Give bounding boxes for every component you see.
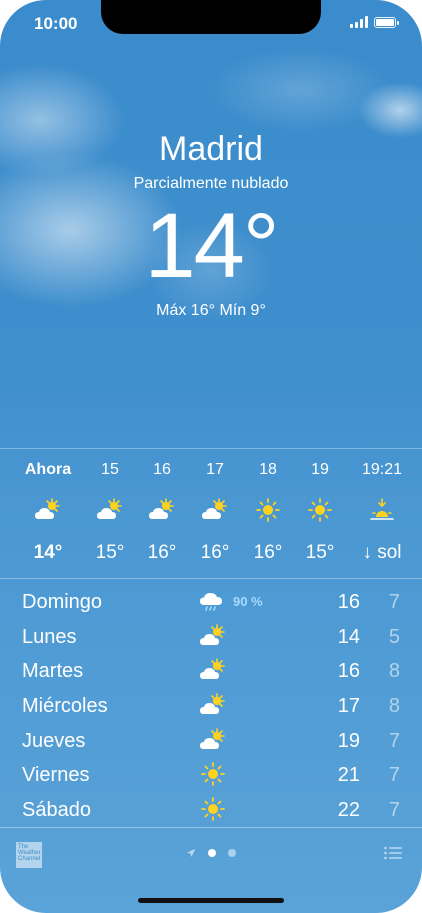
partly-cloudy-icon: [200, 658, 225, 679]
day-low: 7: [388, 591, 400, 613]
current-temperature: 14°: [144, 195, 279, 297]
sun-icon: [308, 498, 332, 522]
weather-channel-logo[interactable]: The Weather Channel: [16, 842, 42, 868]
hour-temperature: 16°: [253, 542, 283, 563]
hour-label: 19: [311, 461, 329, 478]
page-dot-active: [208, 849, 216, 857]
day-name: Viernes: [22, 764, 90, 786]
day-high: 16: [337, 591, 360, 613]
home-indicator[interactable]: [138, 898, 284, 903]
hour-temperature: 16°: [147, 542, 177, 563]
partly-cloudy-icon: [35, 498, 60, 519]
daily-row: Martes 16 8: [0, 654, 422, 688]
divider-middle: [0, 578, 422, 579]
day-name: Jueves: [22, 730, 86, 752]
daily-row: Jueves 19 7: [0, 724, 422, 758]
high-low-temperature: Máx 16° Mín 9°: [156, 302, 266, 319]
list-icon[interactable]: [384, 846, 402, 860]
partly-cloudy-icon: [97, 498, 122, 519]
precipitation-chance: 90 %: [233, 594, 263, 609]
current-condition: Parcialmente nublado: [133, 175, 289, 192]
hour-label: 19:21: [361, 461, 403, 478]
day-low: 5: [388, 626, 400, 648]
day-low: 7: [388, 799, 400, 821]
hour-label: 16: [153, 461, 171, 478]
day-low: 8: [388, 660, 400, 682]
hour-label: 17: [206, 461, 224, 478]
sun-icon: [256, 498, 280, 522]
status-icons: [350, 16, 399, 28]
day-low: 8: [388, 695, 400, 717]
sunset-label: ↓ sol: [362, 542, 402, 563]
hour-temperature: 14°: [33, 542, 63, 563]
status-time: 10:00: [34, 14, 78, 33]
daily-row: Miércoles 17 8: [0, 689, 422, 723]
day-name: Sábado: [22, 799, 91, 821]
day-high: 19: [337, 730, 360, 752]
hour-temperature: 16°: [200, 542, 230, 563]
partly-cloudy-icon: [200, 728, 225, 749]
daily-row: Lunes 14 5: [0, 620, 422, 654]
location-arrow-icon: [187, 849, 195, 857]
hour-temperature: 15°: [95, 542, 125, 563]
cellular-signal-icon: [350, 16, 368, 28]
hour-label: 15: [101, 461, 119, 478]
sun-icon: [201, 797, 225, 821]
day-low: 7: [388, 764, 400, 786]
day-name: Domingo: [22, 591, 103, 613]
day-high: 14: [337, 626, 360, 648]
daily-row: Viernes 21 7: [0, 758, 422, 792]
hourly-forecast[interactable]: Ahora 14° 15 15° 16 16° 17 16° 18 16° 19…: [0, 449, 422, 577]
weather-screen: 10:00 Madrid Parcialmente nublado 14° Má…: [0, 0, 422, 913]
hour-label: 18: [259, 461, 277, 478]
partly-cloudy-icon: [202, 498, 227, 519]
hour-label: Ahora: [24, 461, 72, 478]
device-notch: [101, 0, 321, 34]
day-high: 21: [337, 764, 360, 786]
day-high: 22: [337, 799, 360, 821]
rain-cloud-icon: [200, 593, 222, 611]
daily-row: Sábado 22 7: [0, 793, 422, 827]
partly-cloudy-icon: [149, 498, 174, 519]
page-indicator[interactable]: [186, 848, 236, 858]
day-low: 7: [388, 730, 400, 752]
hour-temperature: 15°: [305, 542, 335, 563]
partly-cloudy-icon: [200, 624, 225, 645]
day-high: 16: [337, 660, 360, 682]
battery-icon: [374, 16, 399, 28]
day-high: 17: [337, 695, 360, 717]
page-dot: [228, 849, 236, 857]
day-name: Lunes: [22, 626, 77, 648]
sunset-icon: [370, 498, 394, 520]
day-name: Miércoles: [22, 695, 108, 717]
partly-cloudy-icon: [200, 693, 225, 714]
daily-row: Domingo 90 % 16 7: [0, 585, 422, 619]
day-name: Martes: [22, 660, 84, 682]
city-name: Madrid: [159, 130, 263, 168]
sun-icon: [201, 762, 225, 786]
